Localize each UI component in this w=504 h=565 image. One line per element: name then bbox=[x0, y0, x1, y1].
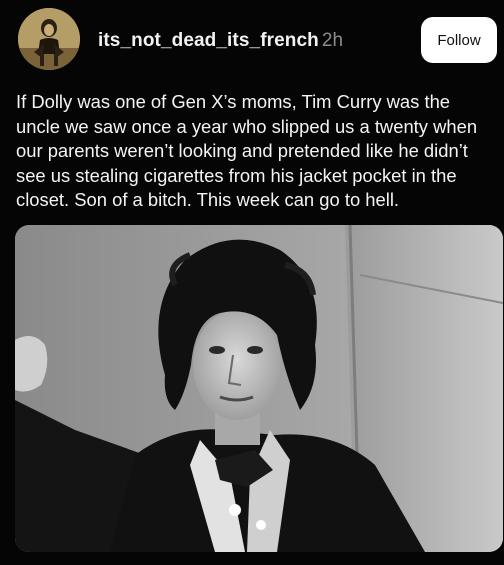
username[interactable]: its_not_dead_its_french bbox=[98, 30, 319, 51]
avatar-image bbox=[18, 8, 80, 70]
post-text: If Dolly was one of Gen X’s moms, Tim Cu… bbox=[16, 91, 478, 211]
post-container: its_not_dead_its_french 2h Follow If Doll… bbox=[0, 0, 504, 565]
post-header: its_not_dead_its_french 2h Follow bbox=[0, 0, 504, 80]
follow-button[interactable]: Follow bbox=[421, 17, 497, 63]
avatar[interactable] bbox=[18, 8, 80, 70]
timestamp: 2h bbox=[321, 30, 344, 51]
username-line[interactable]: its_not_dead_its_french 2h bbox=[98, 30, 343, 52]
portrait-image bbox=[15, 225, 503, 552]
post-photo[interactable] bbox=[15, 225, 503, 552]
